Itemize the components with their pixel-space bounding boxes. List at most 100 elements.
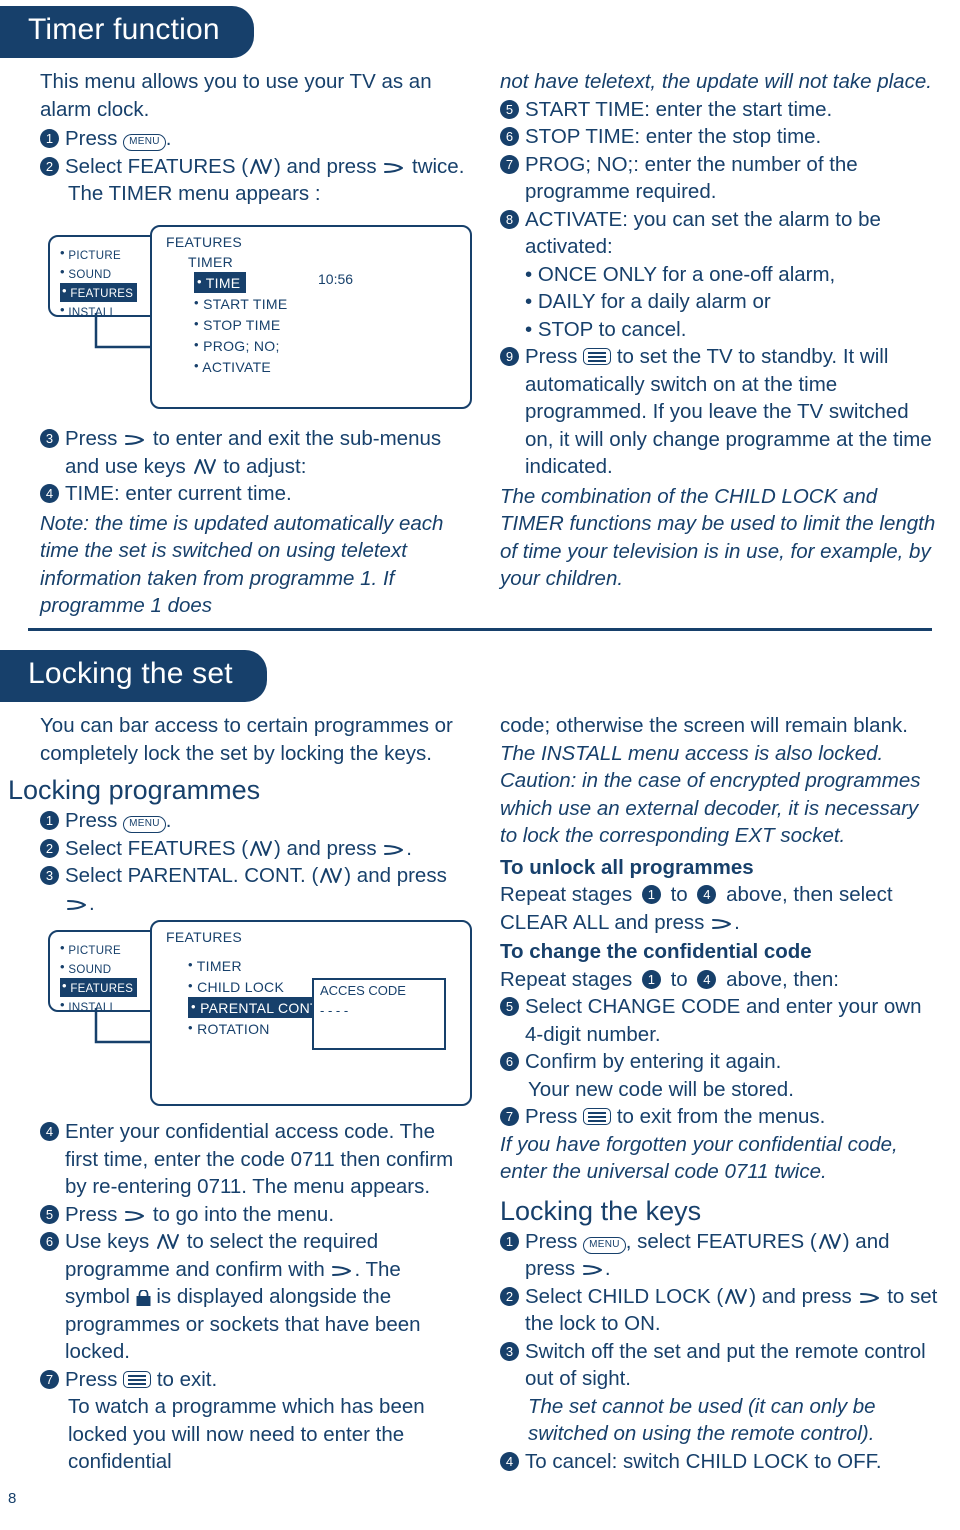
change-step-number-5: 5 — [500, 997, 519, 1016]
locking-intro: You can bar access to certain programmes… — [40, 714, 453, 765]
osd-acces-code-value: - - - - — [320, 1003, 349, 1018]
step-number-9: 9 — [500, 347, 519, 366]
cursor-right-key-icon-8 — [581, 1263, 605, 1277]
timer-left-column-2: 3 Press to enter and exit the sub-menus … — [40, 425, 470, 620]
change-step-7: 7 Press to exit from the menus. — [500, 1103, 940, 1131]
locking-tail: To watch a programme which has been lock… — [68, 1395, 425, 1473]
ref-step-1b: 1 — [641, 969, 661, 989]
osd-timer-menu: • PICTURE • SOUND • FEATURES • INSTALL F… — [40, 225, 472, 415]
keys-step-4-text: To cancel: switch CHILD LOCK to OFF. — [525, 1449, 882, 1473]
change-step-number-7: 7 — [500, 1107, 519, 1126]
cursor-right-key-icon-6 — [330, 1264, 354, 1278]
locking-step-1-text: Press MENU. — [65, 809, 172, 833]
timer-step-4: 4 TIME: enter current time. — [40, 480, 470, 508]
osd-left-item-sound: • SOUND — [60, 264, 112, 281]
timer-step-2: 2 Select FEATURES () and press twice. — [40, 153, 470, 181]
locking-step-6-text: Use keys to select the required programm… — [65, 1230, 421, 1363]
up-down-key-icon-6 — [817, 1232, 843, 1252]
osd-timer-item-stop: • STOP TIME — [194, 316, 281, 333]
timer-step-5-text: START TIME: enter the start time. — [525, 97, 833, 121]
timer-note-cont: not have teletext, the update will not t… — [500, 70, 932, 93]
locking-step-7-text: Press to exit. — [65, 1367, 218, 1391]
cursor-right-key-icon-9 — [858, 1291, 882, 1305]
lock-step-number-7: 7 — [40, 1369, 59, 1389]
standby-key-icon — [583, 348, 612, 365]
cursor-right-key-icon — [382, 161, 406, 175]
lock-step-number-1: 1 — [40, 811, 59, 830]
change-step-7-text: Press to exit from the menus. — [525, 1105, 826, 1128]
timer-step-3-text: Press to enter and exit the sub-menus an… — [65, 427, 442, 478]
timer-right-column: not have teletext, the update will not t… — [500, 68, 940, 593]
step-number-8: 8 — [500, 209, 519, 229]
keys-step-2: 2 Select CHILD LOCK () and press to set … — [500, 1283, 940, 1338]
osd-lock-item-childlock: • CHILD LOCK — [188, 978, 285, 995]
timer-step-7: 7 PROG; NO;: enter the number of the pro… — [500, 151, 940, 206]
step-number-1: 1 — [40, 129, 59, 148]
osd-timer-item-time: • TIME — [194, 272, 288, 293]
keys-step-3b-text: The set cannot be used (it can only be s… — [528, 1394, 876, 1446]
timer-intro: This menu allows you to use your TV as a… — [40, 70, 432, 121]
osd-timer-item-activate: • ACTIVATE — [194, 358, 272, 375]
timer-step-1-text: Press MENU. — [65, 127, 172, 151]
osd-timer-clock: 10:56 — [318, 271, 354, 287]
timer-note: Note: the time is updated automatically … — [40, 511, 444, 618]
timer-step-6-text: STOP TIME: enter the stop time. — [525, 125, 822, 148]
osd-lock-menu: • PICTURE • SOUND • FEATURES • INSTALL F… — [40, 920, 472, 1115]
osd-lock-left-item-features: • FEATURES — [60, 978, 138, 997]
up-down-key-icon-7 — [723, 1287, 749, 1307]
osd-acces-code-title: ACCES CODE — [320, 983, 406, 998]
osd-lock-left-list: • PICTURE • SOUND • FEATURES • INSTALL — [60, 940, 138, 1016]
up-down-key-icon-4 — [318, 866, 344, 886]
timer-step-8: 8 ACTIVATE: you can set the alarm to be … — [500, 206, 940, 344]
osd-timer-item-start: • START TIME — [194, 295, 288, 312]
locking-left-column: You can bar access to certain programmes… — [8, 712, 470, 917]
keys-step-1-text: Press MENU, select FEATURES () and press… — [525, 1229, 890, 1281]
change-code-text: Repeat stages 1 to 4 above, then: — [500, 967, 839, 991]
step-number-3: 3 — [40, 429, 59, 448]
menu-key-icon: MENU — [123, 134, 166, 151]
locking-right-column: code; otherwise the screen will remain b… — [500, 712, 940, 1475]
teletext-key-icon-2 — [583, 1108, 612, 1125]
change-step-number-6: 6 — [500, 1052, 519, 1071]
keys-step-number-3: 3 — [500, 1341, 519, 1361]
locking-step-4-text: Enter your confidential access code. The… — [65, 1120, 454, 1198]
osd-lock-item-timer: • TIMER — [188, 957, 242, 974]
locking-step-5: 5 Press to go into the menu. — [40, 1201, 470, 1229]
osd-timer-subtitle: TIMER — [188, 254, 234, 270]
page-number: 8 — [8, 1490, 17, 1507]
step-number-7: 7 — [500, 154, 519, 174]
install-note: The INSTALL menu access is also locked. — [500, 741, 884, 765]
osd-lock-item-parental: • PARENTAL CONT — [188, 997, 325, 1018]
locking-step-6: 6 Use keys to select the required progra… — [40, 1228, 470, 1366]
change-step-6b-text: Your new code will be stored. — [528, 1077, 794, 1101]
locking-step-1: 1 Press MENU. — [40, 807, 470, 835]
osd-lock-left-item-picture: • PICTURE — [60, 940, 121, 957]
keys-step-1: 1 Press MENU, select FEATURES () and pre… — [500, 1228, 940, 1283]
osd-timer-right-list: FEATURES TIMER • TIME • START TIME • STO… — [166, 233, 288, 377]
timer-menu-appears: The TIMER menu appears : — [68, 182, 321, 205]
step-number-5: 5 — [500, 99, 519, 119]
timer-step-9: 9 Press to set the TV to standby. It wil… — [500, 343, 940, 481]
change-step-6: 6 Confirm by entering it again. — [500, 1048, 940, 1076]
timer-step-6: 6 STOP TIME: enter the stop time. — [500, 123, 940, 151]
osd-timer-title: FEATURES — [166, 234, 243, 250]
up-down-key-icon — [248, 157, 274, 177]
teletext-key-icon — [123, 1370, 152, 1388]
lock-step-number-4: 4 — [40, 1122, 59, 1141]
change-step-5: 5 Select CHANGE CODE and enter your own … — [500, 993, 940, 1048]
locking-step-2-text: Select FEATURES () and press . — [65, 836, 412, 860]
up-down-key-icon-2 — [192, 457, 218, 477]
osd-left-item-features: • FEATURES — [60, 283, 138, 302]
keys-step-number-2: 2 — [500, 1286, 519, 1306]
locking-step-7: 7 Press to exit. — [40, 1366, 470, 1394]
step-number-4: 4 — [40, 484, 59, 503]
locking-left-column-2: 4 Enter your confidential access code. T… — [40, 1118, 470, 1476]
locking-programmes-heading: Locking programmes — [8, 775, 261, 805]
change-step-6-text: Confirm by entering it again. — [525, 1050, 782, 1073]
section-title-locking: Locking the set — [0, 650, 267, 702]
locking-step-3: 3 Select PARENTAL. CONT. () and press . — [40, 862, 470, 917]
timer-step-4-text: TIME: enter current time. — [65, 482, 292, 505]
timer-step-7-text: PROG; NO;: enter the number of the progr… — [525, 152, 858, 204]
keys-step-3: 3 Switch off the set and put the remote … — [500, 1338, 940, 1393]
step-number-6: 6 — [500, 127, 519, 146]
